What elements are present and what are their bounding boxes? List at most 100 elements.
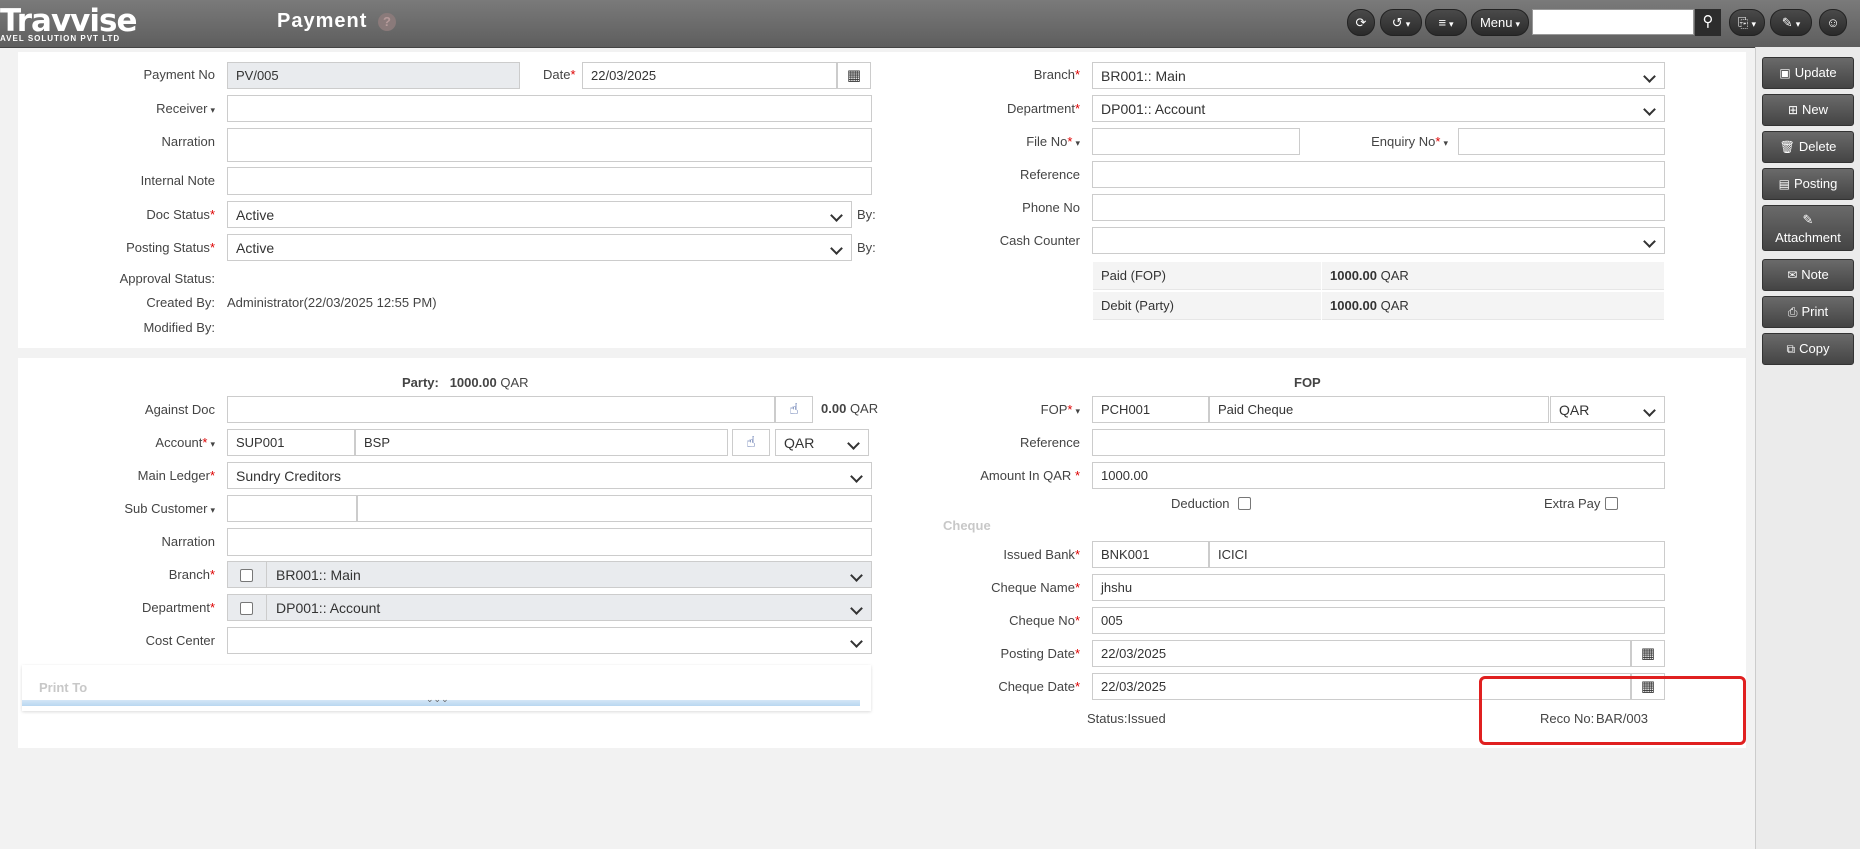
extra-pay-label: Extra Pay [1544, 496, 1601, 511]
fop-code-field[interactable]: PCH001 [1092, 396, 1209, 423]
top-bar: Travvise AVEL SOLUTION PVT LTD Payment ?… [0, 0, 1860, 48]
fop-reference-field[interactable] [1092, 429, 1665, 456]
amount-field[interactable]: 1000.00 [1092, 462, 1665, 489]
narration-label: Narration [161, 134, 215, 149]
created-by-label: Created By: [146, 295, 215, 310]
branch-label-text: Branch [1033, 67, 1075, 82]
party-branch-label-text: Branch [168, 567, 210, 582]
refresh-button[interactable]: ⟳ [1347, 9, 1375, 36]
fop-label: FOP* ▾ [1040, 402, 1080, 417]
internal-note-label: Internal Note [140, 173, 215, 188]
help-icon[interactable]: ? [378, 13, 396, 31]
cheque-name-field[interactable]: jhshu [1092, 574, 1665, 601]
narration-textarea[interactable] [227, 128, 872, 162]
posting-date-calendar-icon[interactable]: ▦ [1631, 640, 1665, 667]
user-button[interactable]: ☺ [1819, 9, 1847, 36]
translate-button[interactable]: ⎘ ▾ [1729, 9, 1765, 36]
doc-status-value: Active [236, 207, 275, 223]
user-icon: ☺ [1826, 15, 1840, 30]
date-field[interactable]: 22/03/2025 [582, 62, 837, 89]
fop-currency-select[interactable]: QAR [1550, 396, 1665, 423]
posting-button[interactable]: ▤ Posting [1762, 168, 1854, 200]
printer-icon: ⎙ [1787, 305, 1798, 319]
top-search-input[interactable] [1532, 9, 1694, 35]
cheque-no-field[interactable]: 005 [1092, 607, 1665, 634]
branch-value: BR001:: Main [1101, 68, 1186, 84]
fop-name-field[interactable]: Paid Cheque [1209, 396, 1549, 423]
posting-status-value: Active [236, 240, 275, 256]
comment-icon: ✉ [1787, 268, 1798, 282]
copy-button[interactable]: ⧉ Copy [1762, 333, 1854, 365]
account-currency-select[interactable]: QAR [775, 429, 869, 456]
posting-status-select[interactable]: Active [227, 234, 852, 261]
party-narration-textarea[interactable] [227, 528, 872, 556]
print-to-section: Print To ⌄⌄⌄ [22, 665, 871, 711]
file-no-field[interactable] [1092, 128, 1300, 155]
payment-no-label: Payment No [143, 67, 215, 82]
paid-fop-amount: 1000.00 [1330, 268, 1377, 283]
party-branch-select[interactable]: BR001:: Main [227, 561, 872, 588]
party-department-select[interactable]: DP001:: Account [227, 594, 872, 621]
date-label-text: Date [543, 67, 571, 82]
print-button[interactable]: ⎙ Print [1762, 296, 1854, 328]
paperclip-icon: ✎ [1802, 212, 1814, 227]
cash-counter-label: Cash Counter [999, 233, 1080, 248]
receiver-label-text: Receiver [156, 101, 208, 116]
extra-pay-checkbox[interactable] [1605, 497, 1618, 510]
receiver-label: Receiver ▾ [156, 101, 215, 116]
department-select[interactable]: DP001:: Account [1092, 95, 1665, 122]
expand-icon[interactable]: ⌄⌄⌄ [426, 694, 449, 705]
issued-bank-name-field[interactable]: ICICI [1209, 541, 1665, 568]
theme-button[interactable]: ✎ ▾ [1770, 9, 1812, 36]
deduction-checkbox[interactable] [1238, 497, 1251, 510]
note-label: Note [1801, 267, 1829, 282]
party-department-checkbox[interactable] [240, 602, 253, 615]
menu-button[interactable]: Menu ▾ [1471, 9, 1529, 36]
account-name-field[interactable]: BSP [355, 429, 728, 456]
sub-customer-name-field[interactable] [357, 495, 872, 522]
party-branch-value: BR001:: Main [276, 567, 361, 583]
issued-bank-code-field[interactable]: BNK001 [1092, 541, 1209, 568]
list-button[interactable]: ≡ ▾ [1425, 9, 1467, 36]
delete-button[interactable]: 🗑 Delete [1762, 131, 1854, 163]
phone-no-field[interactable] [1092, 194, 1665, 221]
update-label: Update [1794, 65, 1837, 80]
modified-by-label: Modified By: [143, 320, 215, 335]
sub-customer-label: Sub Customer ▾ [124, 501, 215, 516]
main-ledger-select[interactable]: Sundry Creditors [227, 462, 872, 489]
against-doc-field[interactable] [227, 396, 775, 423]
doc-status-select[interactable]: Active [227, 201, 852, 228]
payment-no-field: PV/005 [227, 62, 520, 89]
account-code-field[interactable]: SUP001 [227, 429, 355, 456]
branch-label: Branch* [1033, 67, 1080, 82]
enquiry-no-field[interactable] [1458, 128, 1665, 155]
refresh-icon: ⟳ [1355, 15, 1367, 30]
debit-party-value: 1000.00 QAR [1322, 292, 1664, 320]
update-button[interactable]: ▣ Update [1762, 57, 1854, 89]
branch-select[interactable]: BR001:: Main [1092, 62, 1665, 89]
search-icon[interactable]: ⚲ [1695, 9, 1721, 36]
note-button[interactable]: ✉ Note [1762, 259, 1854, 291]
cash-counter-select[interactable] [1092, 227, 1665, 254]
internal-note-textarea[interactable] [227, 167, 872, 195]
account-pick-hand-icon[interactable]: ☝ [732, 429, 770, 456]
history-button[interactable]: ↺ ▾ [1380, 9, 1422, 36]
main-ledger-value: Sundry Creditors [236, 468, 342, 484]
party-branch-checkbox[interactable] [240, 569, 253, 582]
receiver-field[interactable] [227, 95, 872, 122]
sub-customer-code-field[interactable] [227, 495, 357, 522]
page-title: Payment [277, 10, 368, 32]
posting-date-field[interactable]: 22/03/2025 [1092, 640, 1631, 667]
cost-center-select[interactable] [227, 627, 872, 654]
cheque-status: Status:Issued [1087, 711, 1166, 726]
calendar-icon[interactable]: ▦ [837, 62, 871, 89]
cheque-date-label: Cheque Date* [998, 679, 1080, 694]
attachment-label: Attachment [1775, 230, 1841, 245]
sub-customer-label-text: Sub Customer [124, 501, 208, 516]
pick-hand-icon[interactable]: ☝ [775, 396, 813, 423]
new-button[interactable]: ⊞ New [1762, 94, 1854, 126]
reference-field[interactable] [1092, 161, 1665, 188]
print-label: Print [1801, 304, 1829, 319]
delete-label: Delete [1798, 139, 1837, 154]
attachment-button[interactable]: ✎ Attachment [1762, 205, 1854, 251]
